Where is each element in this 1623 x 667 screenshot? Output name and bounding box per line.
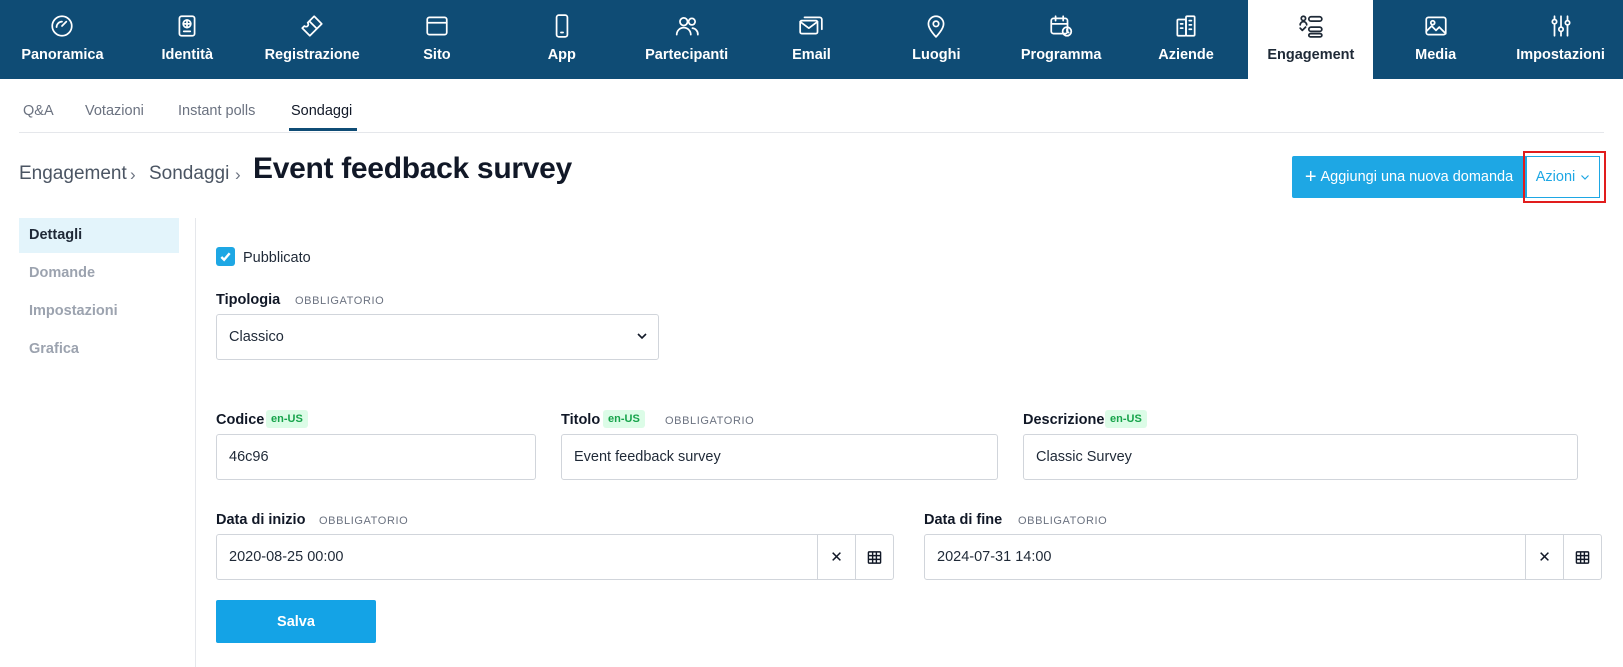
nav-label: Media (1415, 47, 1457, 63)
subtabs-bar: Q&A Votazioni Instant polls Sondaggi (19, 79, 1604, 133)
nav-item-luoghi[interactable]: Luoghi (874, 0, 999, 79)
close-icon: ✕ (830, 549, 843, 566)
add-question-button[interactable]: + Aggiungi una nuova domanda (1292, 156, 1526, 198)
add-question-label: Aggiungi una nuova domanda (1320, 169, 1514, 185)
chevron-down-icon (637, 333, 647, 340)
section-sidebar: Dettagli Domande Impostazioni Grafica (19, 218, 179, 370)
nav-item-media[interactable]: Media (1373, 0, 1498, 79)
tab-instant-polls[interactable]: Instant polls (178, 103, 255, 119)
checkmark-icon (220, 252, 231, 262)
engagement-list-icon (1299, 15, 1323, 38)
nav-item-aziende[interactable]: Aziende (1124, 0, 1249, 79)
users-icon (675, 17, 699, 36)
published-label: Pubblicato (243, 250, 311, 266)
dashboard-icon (51, 15, 74, 37)
top-navigation: Panoramica Identità Registrazione Sito A… (0, 0, 1623, 79)
nav-label: Email (792, 47, 831, 63)
sidebar-item-domande[interactable]: Domande (19, 256, 179, 291)
nav-item-app[interactable]: App (499, 0, 624, 79)
nav-label: Programma (1020, 47, 1102, 63)
required-tag: OBBLIGATORIO (665, 415, 755, 427)
sidebar-item-impostazioni[interactable]: Impostazioni (19, 294, 179, 329)
calendar-grid-icon (867, 550, 882, 564)
published-checkbox[interactable] (216, 247, 235, 266)
end-date-input[interactable]: 2024-07-31 14:00 (925, 535, 1525, 579)
browser-window-icon (426, 16, 448, 36)
language-badge: en-US (1105, 410, 1147, 428)
end-date-picker-button[interactable] (1563, 535, 1601, 579)
nav-label: Engagement (1267, 47, 1355, 63)
page-title: Event feedback survey (253, 152, 572, 185)
nav-item-programma[interactable]: Programma (999, 0, 1124, 79)
required-tag: OBBLIGATORIO (295, 295, 385, 307)
sidebar-item-dettagli[interactable]: Dettagli (19, 218, 179, 253)
clear-start-date-button[interactable]: ✕ (817, 535, 855, 579)
map-pin-icon (927, 15, 945, 38)
breadcrumb-engagement[interactable]: Engagement (19, 163, 127, 185)
nav-label: Luoghi (912, 47, 961, 63)
nav-label: Panoramica (21, 47, 104, 63)
save-button[interactable]: Salva (216, 600, 376, 643)
calendar-grid-icon (1575, 550, 1590, 564)
end-date-field: 2024-07-31 14:00 ✕ (924, 534, 1602, 580)
language-badge: en-US (603, 410, 645, 428)
codice-label: Codice (216, 412, 265, 428)
start-date-picker-button[interactable] (855, 535, 893, 579)
titolo-label: Titolo (561, 412, 601, 428)
tab-votazioni[interactable]: Votazioni (85, 103, 144, 119)
tab-sondaggi[interactable]: Sondaggi (291, 103, 352, 119)
codice-input[interactable]: 46c96 (216, 434, 536, 480)
nav-label: App (547, 47, 576, 63)
sidebar-item-grafica[interactable]: Grafica (19, 332, 179, 367)
nav-label: Partecipanti (645, 47, 729, 63)
mobile-phone-icon (555, 14, 569, 38)
nav-item-panoramica[interactable]: Panoramica (0, 0, 125, 79)
tipologia-value: Classico (229, 329, 284, 345)
image-icon (1425, 16, 1447, 36)
nav-label: Sito (423, 47, 451, 63)
calendar-clock-icon (1050, 15, 1073, 37)
language-badge: en-US (266, 410, 308, 428)
titolo-input[interactable]: Event feedback survey (561, 434, 998, 480)
start-date-input[interactable]: 2020-08-25 00:00 (217, 535, 817, 579)
start-date-label: Data di inizio (216, 512, 306, 528)
nav-label: Impostazioni (1516, 47, 1605, 63)
nav-item-impostazioni[interactable]: Impostazioni (1498, 0, 1623, 79)
close-icon: ✕ (1538, 549, 1551, 566)
nav-label: Registrazione (264, 47, 360, 63)
email-icon (799, 16, 824, 35)
breadcrumb-sondaggi[interactable]: Sondaggi (149, 163, 229, 185)
ticket-icon (301, 15, 323, 37)
tipologia-label: Tipologia (216, 292, 281, 308)
sidebar-divider (195, 218, 196, 667)
nav-item-registrazione[interactable]: Registrazione (250, 0, 375, 79)
clear-end-date-button[interactable]: ✕ (1525, 535, 1563, 579)
nav-label: Aziende (1158, 47, 1214, 63)
tipologia-select[interactable]: Classico (216, 314, 659, 360)
breadcrumb-separator: › (130, 165, 136, 184)
active-tab-indicator (289, 128, 357, 131)
plus-icon: + (1304, 166, 1317, 188)
descrizione-input[interactable]: Classic Survey (1023, 434, 1578, 480)
start-date-field: 2020-08-25 00:00 ✕ (216, 534, 894, 580)
buildings-icon (1176, 15, 1196, 37)
nav-label: Identità (161, 47, 214, 63)
actions-menu-label: Azioni (1535, 169, 1576, 185)
required-tag: OBBLIGATORIO (319, 515, 409, 527)
breadcrumb-separator: › (235, 165, 241, 184)
required-tag: OBBLIGATORIO (1018, 515, 1108, 527)
actions-menu-button[interactable]: Azioni (1526, 156, 1600, 198)
nav-item-sito[interactable]: Sito (375, 0, 500, 79)
passport-icon (178, 15, 196, 37)
descrizione-label: Descrizione (1023, 412, 1105, 428)
nav-item-engagement[interactable]: Engagement (1248, 0, 1374, 79)
tab-qa[interactable]: Q&A (23, 103, 54, 119)
sliders-icon (1551, 15, 1571, 37)
nav-item-partecipanti[interactable]: Partecipanti (624, 0, 749, 79)
nav-item-identita[interactable]: Identità (125, 0, 250, 79)
nav-item-email[interactable]: Email (749, 0, 874, 79)
end-date-label: Data di fine (924, 512, 1003, 528)
chevron-down-icon (1581, 175, 1590, 180)
